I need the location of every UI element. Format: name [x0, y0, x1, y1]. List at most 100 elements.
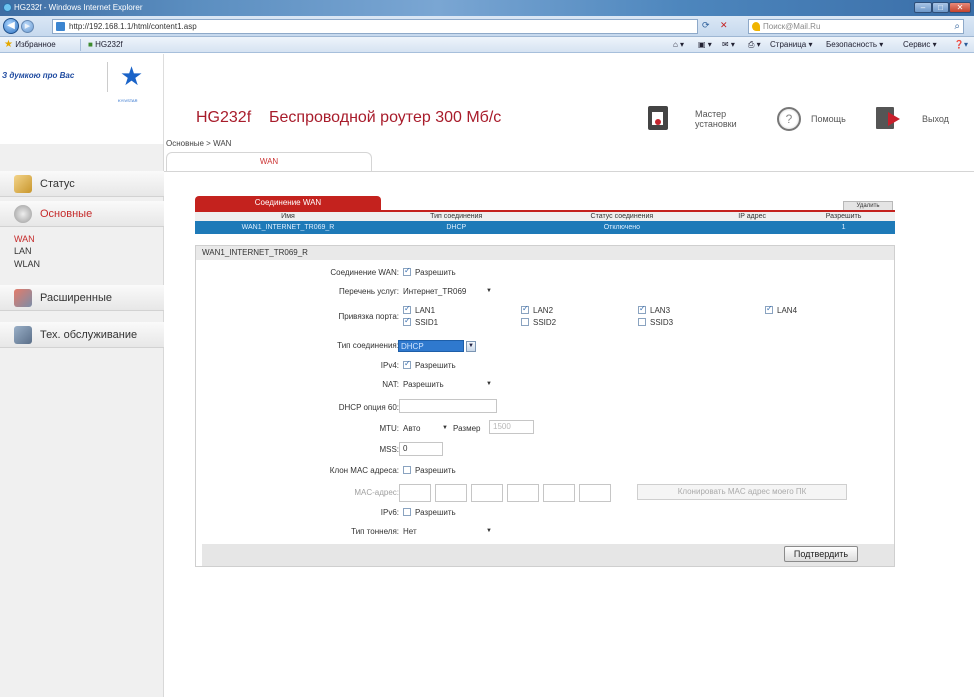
port-lan1-label: LAN1	[415, 306, 436, 315]
label-dhcp60: DHCP опция 60:	[338, 403, 399, 412]
maximize-button[interactable]: □	[932, 2, 949, 13]
mac-octet-6-input[interactable]	[579, 484, 611, 502]
label-mac-address: MAC-адрес:	[354, 488, 399, 497]
label-ipv6: IPv6:	[380, 508, 399, 517]
cell-name: WAN1_INTERNET_TR069_R	[195, 221, 381, 234]
chevron-down-icon: ▼	[442, 425, 448, 431]
home-icon[interactable]: ⌂ ▾	[673, 40, 684, 50]
breadcrumb: Основные > WAN	[166, 139, 232, 148]
sidebar-item-basic[interactable]: Основные	[0, 201, 164, 227]
header	[164, 54, 974, 142]
menu-page[interactable]: Страница ▾	[770, 40, 813, 50]
search-placeholder: Поиск@Mail.Ru	[763, 22, 821, 31]
cell-status: Отключено	[531, 221, 713, 234]
port-lan4-checkbox[interactable]	[765, 304, 773, 314]
forward-button[interactable]: ▶	[21, 20, 34, 33]
minimize-button[interactable]: –	[914, 2, 932, 13]
mtu-size-input[interactable]: 1500	[489, 420, 534, 434]
favorites-button[interactable]: ★ Избранное	[4, 40, 56, 50]
wizard-label-2: установки	[695, 119, 737, 129]
conn-type-select[interactable]: DHCP	[398, 340, 464, 352]
ipv6-enable-checkbox[interactable]	[403, 508, 411, 516]
model-name: HG232f	[196, 109, 252, 126]
mail-icon[interactable]: ✉ ▾	[722, 40, 735, 50]
sidebar-item-advanced[interactable]: Расширенные	[0, 285, 164, 311]
table-header-row: Имя Тип соединения Статус соединения IP …	[195, 210, 895, 221]
sidebar-sub-wlan[interactable]: WLAN	[14, 259, 40, 269]
ipv6-enable-label: Разрешить	[415, 508, 456, 517]
dhcp60-input[interactable]	[399, 399, 497, 413]
sidebar-sub-lan[interactable]: LAN	[14, 246, 32, 256]
chevron-down-icon: ▼	[486, 381, 492, 387]
search-input[interactable]: Поиск@Mail.Ru ⌕	[748, 19, 964, 34]
mtu-value: Авто	[403, 424, 421, 433]
menu-security[interactable]: Безопасность ▾	[826, 40, 883, 50]
service-list-select[interactable]: Интернет_TR069 ▼	[401, 286, 495, 298]
back-button[interactable]: ◀	[3, 18, 19, 34]
mss-input[interactable]: 0	[399, 442, 443, 456]
sidebar-item-status[interactable]: Статус	[0, 171, 164, 197]
cell-ip	[712, 221, 793, 234]
address-bar-area: ◀ ▶ http://192.168.1.1/html/content1.asp…	[0, 16, 974, 37]
gear-icon	[14, 205, 32, 223]
column-header: Имя	[195, 210, 381, 221]
mac-clone-label: Разрешить	[415, 466, 456, 475]
url-input[interactable]: http://192.168.1.1/html/content1.asp	[52, 19, 698, 34]
mac-octet-3-input[interactable]	[471, 484, 503, 502]
fav-tab[interactable]: ■ HG232f	[88, 40, 123, 50]
print-icon[interactable]: ⎙ ▾	[748, 40, 761, 50]
mac-octet-4-input[interactable]	[507, 484, 539, 502]
port-lan3-checkbox[interactable]	[638, 304, 646, 314]
mac-clone-checkbox[interactable]	[403, 466, 411, 474]
table-row[interactable]: WAN1_INTERNET_TR069_R DHCP Отключено 1	[195, 221, 895, 234]
divider	[80, 39, 81, 51]
help-icon[interactable]: ?	[777, 107, 801, 131]
search-provider-icon	[752, 22, 760, 31]
port-ssid3-checkbox[interactable]	[638, 318, 646, 326]
tunnel-type-select[interactable]: Нет ▼	[401, 526, 495, 538]
wizard-icon[interactable]	[648, 106, 668, 130]
clone-mac-button[interactable]: Клонировать MAC адрес моего ПК	[637, 484, 847, 500]
nat-select[interactable]: Разрешить ▼	[401, 379, 495, 391]
sidebar-item-maintenance[interactable]: Тех. обслуживание	[0, 322, 164, 348]
mac-octet-5-input[interactable]	[543, 484, 575, 502]
port-ssid2-checkbox[interactable]	[521, 318, 529, 326]
tab-wan-connection[interactable]: Соединение WAN	[195, 196, 381, 210]
mtu-select[interactable]: Авто ▼	[401, 423, 451, 435]
exit-icon[interactable]	[876, 107, 900, 129]
wizard-link[interactable]: Мастер установки	[695, 109, 737, 129]
page-icon	[56, 22, 65, 31]
stop-icon[interactable]: ✕	[720, 19, 728, 34]
label-conn-type: Тип соединения:	[337, 341, 399, 350]
port-lan2-checkbox[interactable]	[521, 304, 529, 314]
chevron-down-icon[interactable]: ▼	[466, 341, 476, 352]
search-icon[interactable]: ⌕	[954, 20, 960, 33]
refresh-icon[interactable]: ⟳	[702, 19, 710, 34]
logo-slogan: З думкою про Вас	[2, 71, 75, 80]
sidebar-sub-wan[interactable]: WAN	[14, 234, 35, 244]
tab-wan[interactable]: WAN	[166, 152, 372, 172]
feeds-icon[interactable]: ▣ ▾	[698, 40, 712, 50]
wan-enable-label: Разрешить	[415, 268, 456, 277]
port-ssid3-label: SSID3	[650, 318, 674, 327]
ipv4-enable-checkbox[interactable]	[403, 359, 411, 369]
help-menu-icon[interactable]: ❓▾	[954, 40, 968, 50]
label-mac-clone: Клон MAC адреса:	[329, 466, 399, 475]
wan-enable-checkbox[interactable]	[403, 266, 411, 276]
chevron-down-icon: ▼	[486, 288, 492, 294]
close-window-button[interactable]: ✕	[949, 2, 971, 13]
port-lan1-checkbox[interactable]	[403, 304, 411, 314]
exit-link[interactable]: Выход	[922, 114, 949, 124]
size-label: Размер	[453, 424, 481, 433]
confirm-button[interactable]: Подтвердить	[784, 546, 858, 562]
conn-type-value: DHCP	[401, 342, 424, 351]
mac-octet-2-input[interactable]	[435, 484, 467, 502]
column-header: IP адрес	[712, 210, 793, 221]
mac-octet-1-input[interactable]	[399, 484, 431, 502]
column-header: Статус соединения	[531, 210, 713, 221]
wan-table: Имя Тип соединения Статус соединения IP …	[195, 210, 895, 234]
help-link[interactable]: Помощь	[811, 114, 846, 124]
label-ipv4: IPv4:	[380, 361, 399, 370]
port-ssid1-checkbox[interactable]	[403, 316, 411, 326]
menu-tools[interactable]: Сервис ▾	[903, 40, 937, 50]
